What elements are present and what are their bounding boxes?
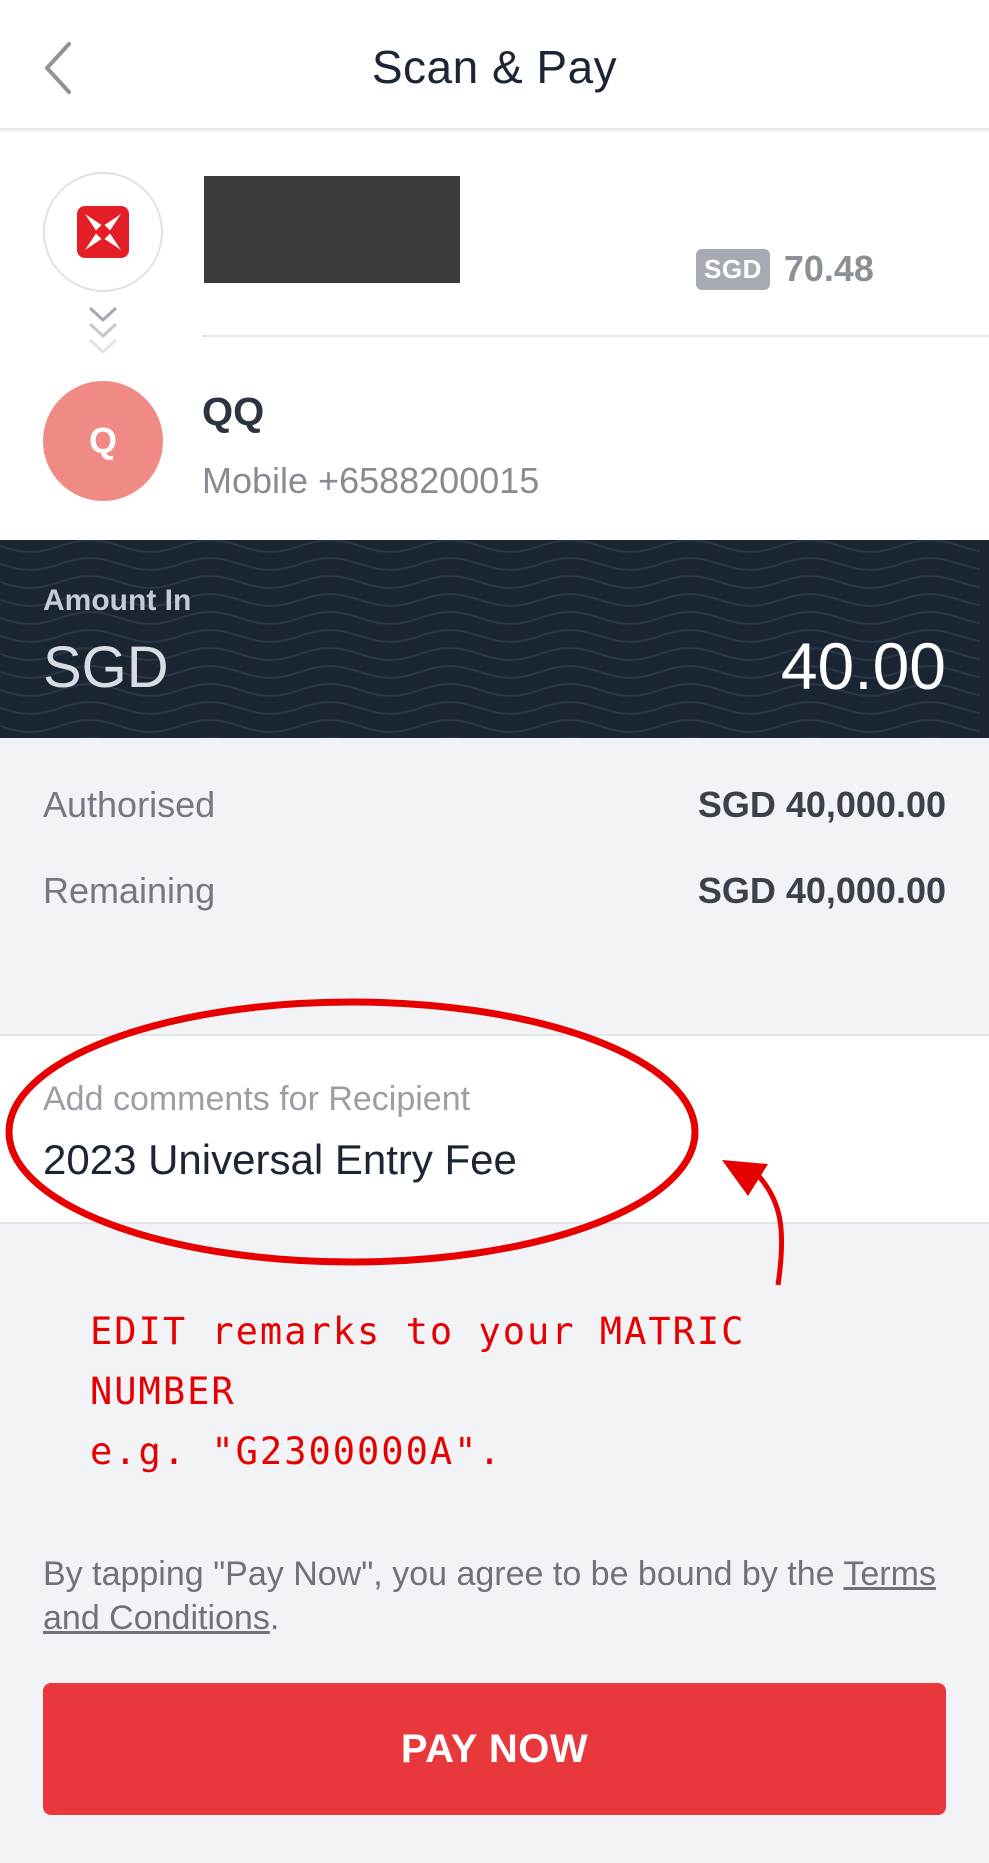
terms-prefix: By tapping "Pay Now", you agree to be bo… [43,1555,844,1593]
terms-suffix: . [269,1599,280,1637]
annotation-line-2: e.g. "G2300000A". [90,1430,503,1473]
annotation-text: EDIT remarks to your MATRIC NUMBER e.g. … [90,1302,890,1482]
pay-now-button[interactable]: PAY NOW [43,1683,946,1815]
terms-text: By tapping "Pay Now", you agree to be bo… [43,1552,946,1640]
annotation-line-1: EDIT remarks to your MATRIC NUMBER [90,1310,746,1413]
annotation-ellipse [5,998,699,1266]
annotation-arrow [753,1170,785,1286]
